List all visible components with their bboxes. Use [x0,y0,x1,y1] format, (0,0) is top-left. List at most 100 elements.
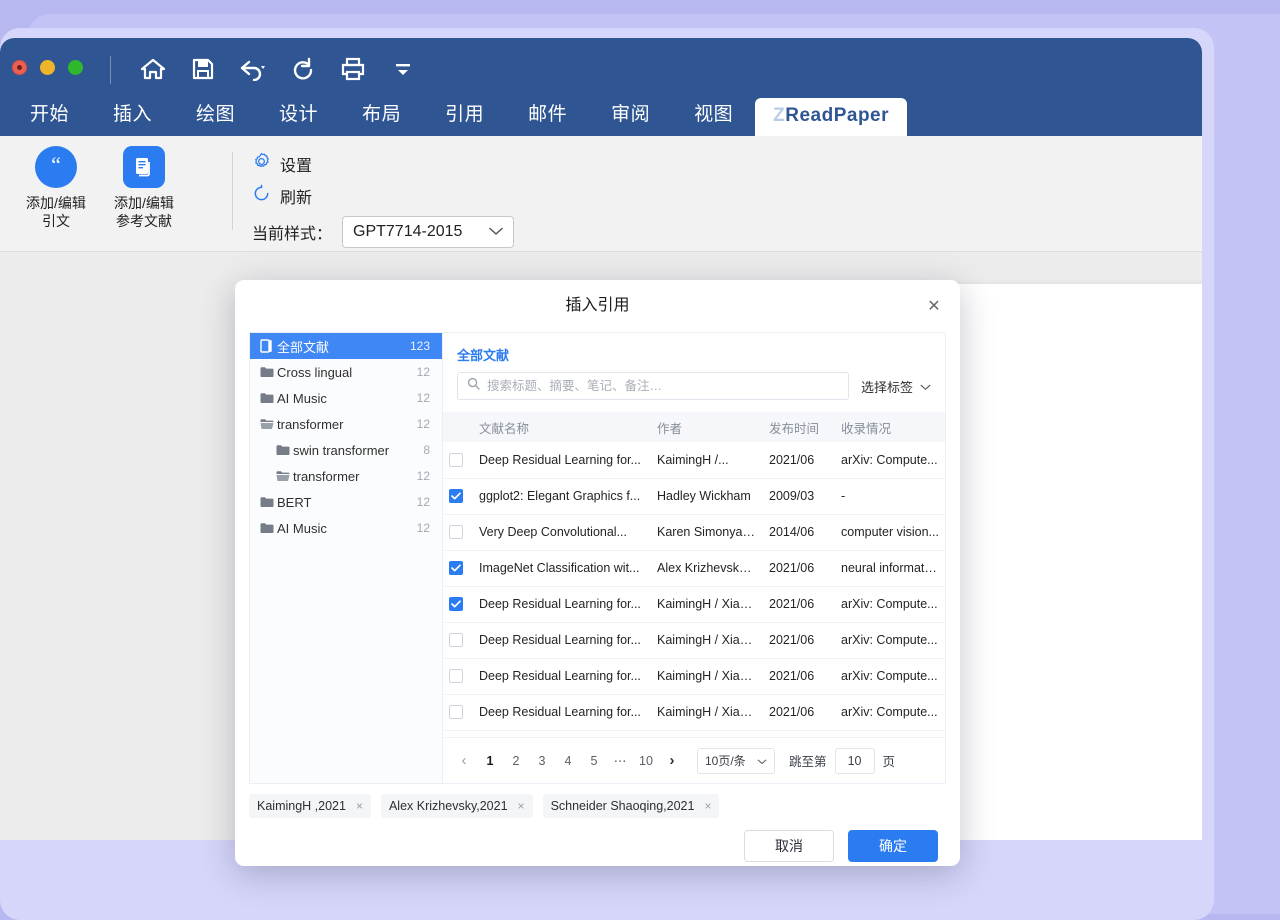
sidebar-item-all-references[interactable]: 全部文献 123 [250,333,442,359]
row-name: Very Deep Convolutional... [473,514,651,550]
row-checkbox-cell[interactable] [443,586,473,622]
sidebar-item-transformer-child[interactable]: transformer 12 [250,463,442,489]
tab-design[interactable]: 设计 [257,93,340,136]
search-box[interactable] [457,372,849,400]
pagination-ellipsis[interactable]: ⋯ [607,748,633,774]
tab-start[interactable]: 开始 [8,93,91,136]
home-icon[interactable] [138,52,168,86]
settings-label: 设置 [280,152,312,176]
citation-chip[interactable]: Schneider Shaoqing,2021 × [543,794,720,818]
settings-button[interactable]: 设置 [252,148,514,180]
tab-zreadpaper[interactable]: ZReadPaper [755,98,907,136]
cancel-button[interactable]: 取消 [744,830,834,862]
pagination-page-4[interactable]: 4 [555,748,581,774]
dialog-title: 插入引用 [235,280,960,332]
row-checkbox-cell[interactable] [443,622,473,658]
print-icon[interactable] [338,52,368,86]
table-row[interactable]: ImageNet Classification wit... Alex Kriz… [443,550,945,586]
tab-view[interactable]: 视图 [672,93,755,136]
zoom-window-button[interactable] [68,60,83,75]
pagination-next-button[interactable]: › [659,748,685,774]
table-row[interactable]: Very Deep Convolutional... Karen Simonya… [443,514,945,550]
row-checkbox[interactable] [449,597,463,611]
row-checkbox[interactable] [449,669,463,683]
save-icon[interactable] [188,52,218,86]
refresh-button[interactable]: 刷新 [252,180,514,212]
citation-style-select[interactable]: GPT7714-2015 [342,216,514,248]
close-icon[interactable]: × [518,799,525,813]
dialog-header: 插入引用 ✕ [235,280,960,332]
tab-review[interactable]: 审阅 [589,93,672,136]
tab-references[interactable]: 引用 [423,93,506,136]
row-checkbox-cell[interactable] [443,658,473,694]
table-header-name: 文献名称 [473,412,651,442]
sidebar-item-ai-music-2[interactable]: AI Music 12 [250,515,442,541]
confirm-button[interactable]: 确定 [848,830,938,862]
pagination-page-1[interactable]: 1 [477,748,503,774]
pagination-page-2[interactable]: 2 [503,748,529,774]
sidebar-item-bert[interactable]: BERT 12 [250,489,442,515]
sidebar-item-label: AI Music [277,521,409,536]
sidebar-item-transformer[interactable]: transformer 12 [250,411,442,437]
tab-insert[interactable]: 插入 [91,93,174,136]
more-commands-icon[interactable] [388,52,418,86]
sidebar-item-count: 123 [410,339,430,353]
add-edit-bibliography-button[interactable]: 添加/编辑 参考文献 [100,136,188,230]
pagination-prev-button[interactable]: ‹ [451,748,477,774]
sidebar-item-count: 12 [417,391,430,405]
tab-layout[interactable]: 布局 [340,93,423,136]
citation-chip[interactable]: KaimingH ,2021 × [249,794,371,818]
table-row[interactable]: Deep Residual Learning for... KaimingH /… [443,658,945,694]
folder-open-icon [260,418,277,430]
row-checkbox[interactable] [449,453,463,467]
row-date: 2021/06 [763,550,835,586]
folder-open-icon [276,470,293,482]
row-checkbox[interactable] [449,525,463,539]
table-row[interactable]: Deep Residual Learning for... KaimingH /… [443,586,945,622]
minimize-window-button[interactable] [40,60,55,75]
pagination-page-3[interactable]: 3 [529,748,555,774]
table-header-checkbox [443,412,473,442]
table-row[interactable]: Deep Residual Learning for... KaimingH /… [443,442,945,478]
add-edit-citation-button[interactable]: “ 添加/编辑 引文 [12,136,100,230]
toolbar-settings-group: 设置 刷新 当前样式： GPT7714-2015 [252,148,514,248]
sidebar-item-swin-transformer[interactable]: swin transformer 8 [250,437,442,463]
row-checkbox[interactable] [449,633,463,647]
table-row[interactable]: ggplot2: Elegant Graphics f... Hadley Wi… [443,478,945,514]
redo-icon[interactable] [288,52,318,86]
window-traffic-lights [12,60,83,75]
row-checkbox-cell[interactable] [443,478,473,514]
close-icon[interactable]: × [704,799,711,813]
row-checkbox-cell[interactable] [443,550,473,586]
reference-list-panel: 全部文献 选择标签 [442,332,946,784]
pagination-page-10[interactable]: 10 [633,748,659,774]
undo-icon[interactable] [238,52,268,86]
sidebar-item-label: Cross lingual [277,365,409,380]
search-input[interactable] [487,379,839,393]
row-name: ggplot2: Elegant Graphics f... [473,478,651,514]
row-checkbox[interactable] [449,705,463,719]
close-icon[interactable]: ✕ [924,296,944,316]
citation-chip[interactable]: Alex Krizhevsky,2021 × [381,794,533,818]
table-row[interactable]: Deep Residual Learning for... KaimingH /… [443,694,945,730]
citation-chip-label: KaimingH ,2021 [257,799,346,813]
row-checkbox-cell[interactable] [443,514,473,550]
tag-filter-select[interactable]: 选择标签 [861,377,931,396]
sidebar-item-ai-music[interactable]: AI Music 12 [250,385,442,411]
row-checkbox[interactable] [449,561,463,575]
row-checkbox-cell[interactable] [443,694,473,730]
close-icon[interactable]: × [356,799,363,813]
sidebar-item-cross-lingual[interactable]: Cross lingual 12 [250,359,442,385]
page-jump-input[interactable] [835,748,875,774]
row-checkbox-cell[interactable] [443,442,473,478]
row-checkbox[interactable] [449,489,463,503]
pagination-page-5[interactable]: 5 [581,748,607,774]
close-window-button[interactable] [12,60,27,75]
tab-mailings[interactable]: 邮件 [506,93,589,136]
table-row[interactable]: Deep Residual Learning for... KaimingH /… [443,622,945,658]
chevron-down-icon [489,223,503,241]
page-size-select[interactable]: 10页/条 [697,748,775,774]
row-date: 2021/06 [763,658,835,694]
tab-draw[interactable]: 绘图 [174,93,257,136]
page-jump-label: 跳至第 [789,751,827,770]
